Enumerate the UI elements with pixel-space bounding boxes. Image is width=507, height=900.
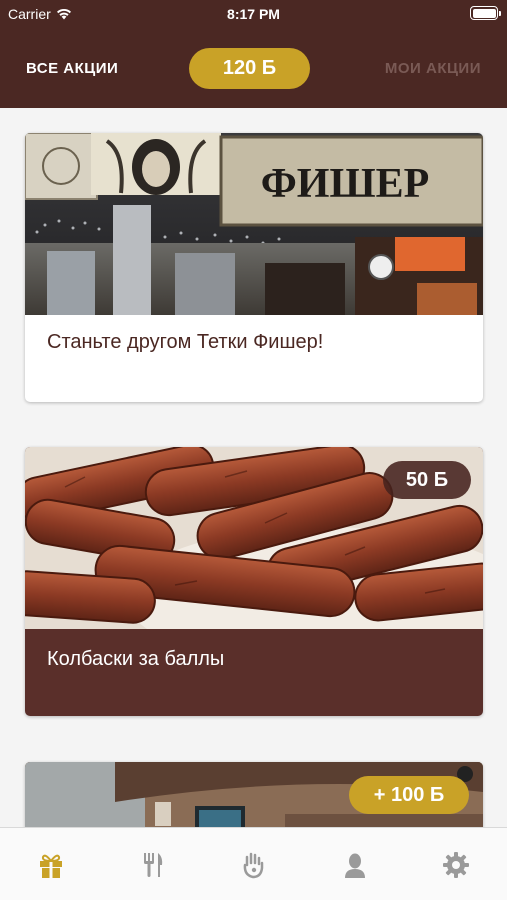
promo-title: Колбаски за баллы xyxy=(47,648,225,670)
points-balance[interactable]: 120 Б xyxy=(189,48,310,89)
promo-tabs: ВСЕ АКЦИИ 120 Б МОИ АКЦИИ xyxy=(0,48,507,90)
promo-reward-badge: + 100 Б xyxy=(349,776,469,814)
tab-promotions[interactable] xyxy=(34,848,68,882)
status-bar: Carrier 8:17 PM xyxy=(0,0,507,30)
tab-all-promotions[interactable]: ВСЕ АКЦИИ xyxy=(26,60,118,77)
battery-icon xyxy=(470,6,501,20)
promo-price-badge: 50 Б xyxy=(383,461,471,499)
tab-feedback[interactable] xyxy=(237,848,271,882)
tab-menu[interactable] xyxy=(135,848,169,882)
promo-card[interactable]: 50 Б Колбаски за баллы xyxy=(25,447,483,716)
tab-my-promotions[interactable]: МОИ АКЦИИ xyxy=(385,60,481,77)
promo-image: ФИШЕР xyxy=(25,133,483,315)
promo-title: Станьте другом Тетки Фишер! xyxy=(47,331,324,353)
screen: Carrier 8:17 PM ВСЕ АКЦИИ 120 Б МОИ АКЦИ… xyxy=(0,0,507,900)
gear-icon xyxy=(443,852,469,878)
promo-card[interactable]: ФИШЕР Станьте другом Тетки Фишер! xyxy=(25,133,483,402)
sign-text: ФИШЕР xyxy=(261,161,430,207)
status-time: 8:17 PM xyxy=(227,6,280,22)
tab-bar xyxy=(0,827,507,900)
gift-icon xyxy=(40,854,62,878)
profile-icon xyxy=(345,853,365,878)
fork-knife-icon xyxy=(144,853,163,877)
header: Carrier 8:17 PM ВСЕ АКЦИИ 120 Б МОИ АКЦИ… xyxy=(0,0,507,108)
tab-profile[interactable] xyxy=(338,848,372,882)
hand-icon xyxy=(243,852,264,879)
tab-settings[interactable] xyxy=(439,848,473,882)
